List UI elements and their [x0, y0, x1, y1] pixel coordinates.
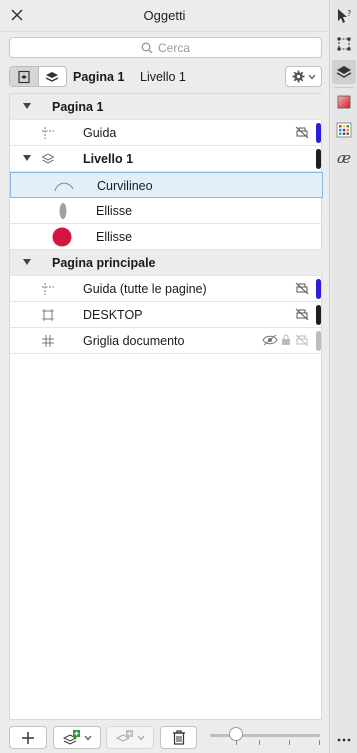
print-disabled-icon[interactable]	[295, 308, 309, 321]
desktop-color-swatch[interactable]	[316, 305, 321, 325]
tree-row-grid[interactable]: Griglia documento	[10, 328, 323, 354]
sidebar-divider	[335, 87, 353, 88]
color-grid-icon[interactable]	[332, 118, 356, 142]
delete-button[interactable]	[160, 726, 197, 749]
page-view-button[interactable]	[10, 67, 39, 86]
lock-icon[interactable]	[281, 334, 291, 346]
curve-icon	[53, 178, 75, 194]
panel-toolbar: Pagina 1 Livello 1	[0, 64, 330, 90]
grid-color-swatch[interactable]	[316, 331, 321, 351]
svg-text:?: ?	[347, 9, 351, 18]
object-tree: Pagina 1 Guida Livello 1 Curvilineo Elli…	[9, 93, 323, 720]
objects-panel: Oggetti Cerca Pagina 1 Livello 1 Pagina …	[0, 0, 330, 753]
desktop-icon	[40, 307, 56, 323]
options-button[interactable]	[285, 66, 322, 87]
print-disabled-icon[interactable]	[295, 126, 309, 139]
guide-color-swatch[interactable]	[316, 123, 321, 143]
print-disabled-icon[interactable]	[295, 334, 309, 347]
desktop-label: DESKTOP	[83, 308, 143, 322]
layer-view-button[interactable]	[39, 67, 67, 86]
bottom-toolbar	[0, 722, 330, 753]
guide-all-label: Guida (tutte le pagine)	[83, 282, 207, 296]
transform-icon[interactable]	[332, 32, 356, 56]
tree-row-ellipse[interactable]: Ellisse	[10, 224, 323, 250]
print-disabled-icon[interactable]	[295, 282, 309, 295]
search-icon	[141, 42, 153, 53]
layer-color-swatch[interactable]	[316, 149, 321, 169]
slider-tick	[259, 740, 260, 745]
plus-icon	[22, 731, 34, 744]
tree-row-guide-all[interactable]: Guida (tutte le pagine)	[10, 276, 323, 302]
more-icon[interactable]	[332, 728, 356, 752]
gear-icon	[291, 70, 305, 83]
trash-icon	[172, 730, 185, 745]
slider-tick	[289, 740, 290, 745]
hint-icon[interactable]: ?	[332, 4, 356, 28]
ellipse-label: Ellisse	[96, 230, 133, 244]
expand-triangle-icon[interactable]	[23, 259, 31, 265]
guide-label: Guida	[83, 126, 117, 140]
tree-row-desktop[interactable]: DESKTOP	[10, 302, 323, 328]
current-layer-label[interactable]: Livello 1	[140, 70, 186, 84]
guide-color-swatch[interactable]	[316, 279, 321, 299]
layer-icon	[40, 151, 56, 167]
grid-icon	[40, 333, 56, 349]
visibility-off-icon[interactable]	[262, 334, 278, 346]
current-page-label[interactable]: Pagina 1	[73, 70, 124, 84]
tree-row-master-page[interactable]: Pagina principale	[10, 250, 323, 276]
master-page-label: Pagina principale	[52, 256, 156, 270]
page-label: Pagina 1	[52, 100, 104, 114]
slider-knob[interactable]	[229, 727, 243, 741]
expand-triangle-icon[interactable]	[23, 103, 31, 109]
curve-label: Curvilineo	[97, 179, 153, 193]
thumbnail-size-slider[interactable]	[210, 734, 320, 737]
new-master-layer-button[interactable]	[106, 726, 154, 749]
search-placeholder: Cerca	[157, 40, 190, 55]
expand-triangle-icon[interactable]	[23, 155, 31, 161]
slider-tick	[319, 740, 320, 745]
guide-icon	[40, 125, 56, 141]
chevron-down-icon	[137, 735, 144, 740]
chevron-down-icon	[84, 735, 91, 740]
glyphs-icon[interactable]: æ	[332, 146, 356, 170]
ellipse-label: Ellisse	[96, 204, 133, 218]
docker-sidebar: ? æ	[331, 0, 357, 753]
tree-row-page[interactable]: Pagina 1	[10, 94, 323, 120]
add-layer-icon	[62, 729, 80, 745]
add-object-button[interactable]	[9, 726, 47, 749]
tree-row-guide[interactable]: Guida	[10, 120, 323, 146]
chevron-down-icon	[308, 74, 315, 79]
panel-title: Oggetti	[143, 8, 186, 23]
objects-icon[interactable]	[332, 60, 356, 84]
search-input[interactable]: Cerca	[9, 37, 322, 58]
ellipse-thumbnail-icon	[51, 226, 73, 248]
tree-row-ellipse[interactable]: Ellisse	[10, 198, 323, 224]
tree-row-layer[interactable]: Livello 1	[10, 146, 323, 172]
add-master-layer-icon	[115, 729, 133, 742]
panel-header: Oggetti	[0, 0, 329, 32]
guide-icon	[40, 281, 56, 297]
view-mode-segment	[9, 66, 67, 87]
new-layer-button[interactable]	[53, 726, 101, 749]
ellipse-thumbnail-icon	[55, 203, 71, 219]
layer-label: Livello 1	[83, 152, 134, 166]
fill-icon[interactable]	[332, 90, 356, 114]
grid-label: Griglia documento	[83, 334, 185, 348]
tree-row-curve[interactable]: Curvilineo	[10, 172, 323, 198]
